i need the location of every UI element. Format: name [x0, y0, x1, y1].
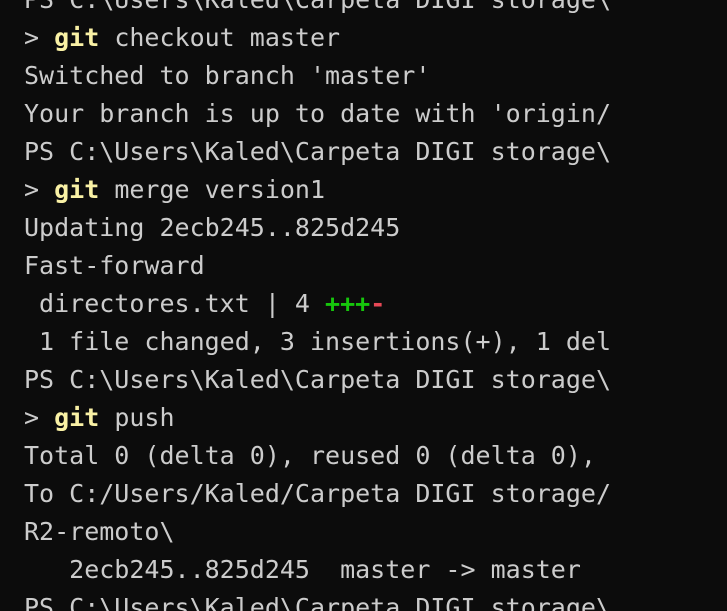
diffstat-deletions: - — [370, 289, 386, 318]
output-line: To C:/Users/Kaled/Carpeta DIGI storage/ — [24, 479, 611, 508]
command-line: > git push — [24, 399, 611, 437]
prompt-line: PS C:\Users\Kaled\Carpeta DIGI storage\ — [24, 593, 611, 611]
output-line: 2ecb245..825d245 master -> master — [24, 555, 581, 584]
git-command: git — [54, 175, 100, 204]
output-line: R2-remoto\ — [24, 517, 175, 546]
terminal-output: PS C:\Users\Kaled\Carpeta DIGI storage\>… — [24, 0, 611, 611]
git-command: git — [54, 403, 100, 432]
diffstat-file: directores.txt | 4 — [24, 289, 326, 318]
output-line: Switched to branch 'master' — [24, 61, 431, 90]
output-line: Fast-forward — [24, 251, 205, 280]
prompt-line: PS C:\Users\Kaled\Carpeta DIGI storage\ — [24, 365, 611, 394]
prompt-line: PS C:\Users\Kaled\Carpeta DIGI storage\ — [24, 0, 611, 19]
output-line: 1 file changed, 3 insertions(+), 1 del — [24, 327, 611, 356]
command-args: push — [99, 403, 175, 432]
output-line: Your branch is up to date with 'origin/ — [24, 99, 611, 128]
prompt-marker: > — [24, 23, 55, 52]
diffstat-insertions: +++ — [325, 289, 371, 318]
diffstat-line: directores.txt | 4 +++- — [24, 285, 611, 323]
prompt-marker: > — [24, 403, 55, 432]
command-args: merge version1 — [99, 175, 326, 204]
command-args: checkout master — [99, 23, 341, 52]
prompt-marker: > — [24, 175, 55, 204]
git-command: git — [54, 23, 100, 52]
terminal-window[interactable]: PS C:\Users\Kaled\Carpeta DIGI storage\>… — [0, 0, 727, 611]
command-line: > git merge version1 — [24, 171, 611, 209]
prompt-line: PS C:\Users\Kaled\Carpeta DIGI storage\ — [24, 137, 611, 166]
command-line: > git checkout master — [24, 19, 611, 57]
output-line: Total 0 (delta 0), reused 0 (delta 0), — [24, 441, 611, 470]
output-line: Updating 2ecb245..825d245 — [24, 213, 401, 242]
